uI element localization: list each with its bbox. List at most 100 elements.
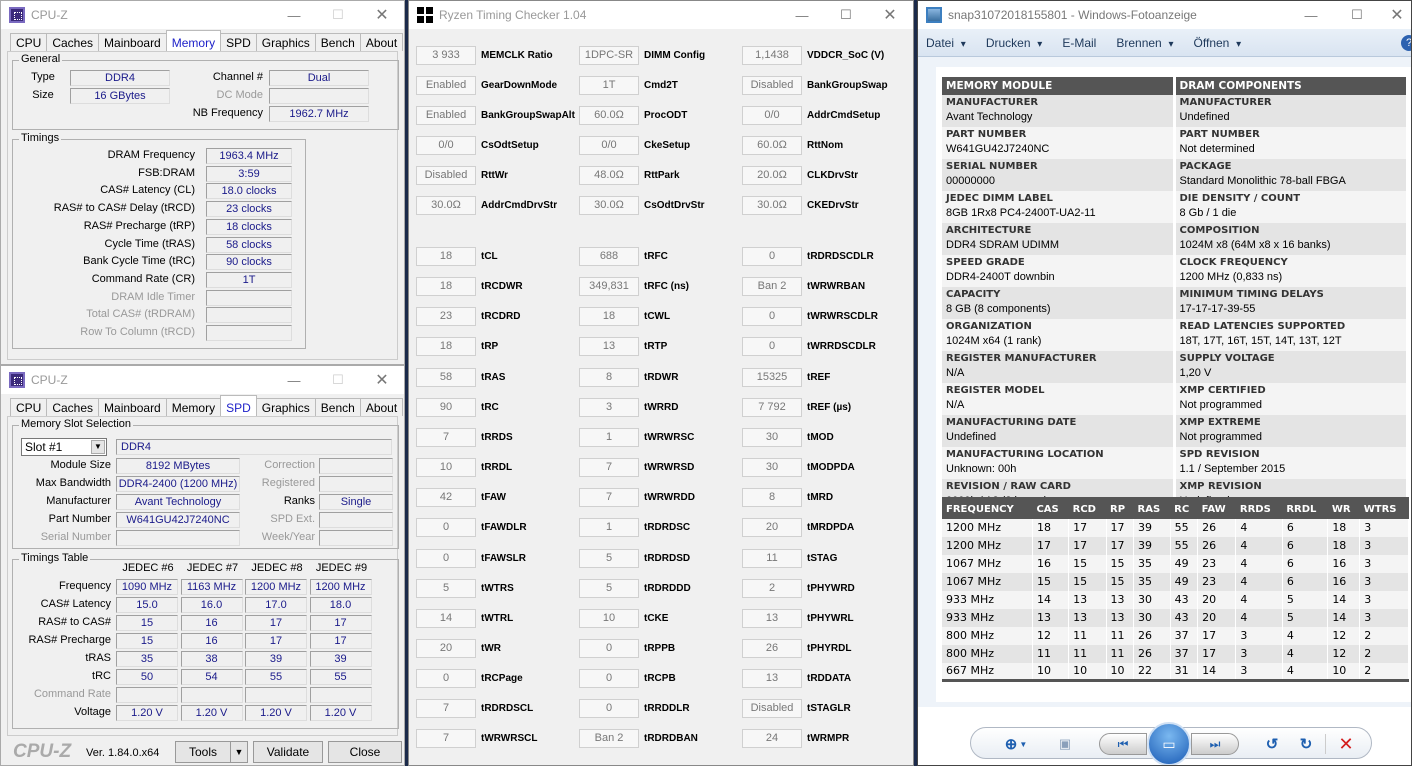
timing-row-label: RAS# Precharge bbox=[28, 634, 111, 646]
displayed-image: MEMORY MODULE DRAM COMPONENTS MANUFACTURER… bbox=[936, 67, 1411, 702]
rtc-value-box: 8 bbox=[742, 488, 802, 508]
previous-icon[interactable]: ⏮ bbox=[1099, 733, 1147, 755]
fit-to-window-icon[interactable]: ▣ bbox=[1053, 733, 1077, 755]
rtc-label: tWRRDSCDLR bbox=[807, 341, 876, 353]
menu-brennen[interactable]: Brennen ▾ bbox=[1116, 36, 1173, 50]
rtc-value-box: 26 bbox=[742, 638, 802, 658]
table-row: 667 MHz 10 10 10 22 31 14 3 4 10 2 bbox=[942, 662, 1409, 682]
tools-button[interactable]: Tools bbox=[175, 741, 231, 763]
minimize-button[interactable]: — bbox=[271, 1, 317, 29]
close-button[interactable]: ✕ bbox=[1374, 1, 1411, 29]
tab-spd[interactable]: SPD bbox=[220, 33, 257, 51]
menu-datei[interactable]: Datei ▾ bbox=[926, 36, 966, 50]
tab-caches[interactable]: Caches bbox=[46, 33, 100, 51]
rtc-value-box: 8 bbox=[579, 367, 639, 387]
menu-drucken[interactable]: Drucken ▾ bbox=[986, 36, 1043, 50]
minimize-button[interactable]: — bbox=[779, 1, 825, 29]
spec-cell: JEDEC DIMM LABEL 8GB 1Rx8 PC4-2400T-UA2-1… bbox=[942, 191, 1176, 223]
table-cell: 13 bbox=[1068, 608, 1107, 627]
rtc-label: tWR bbox=[481, 642, 501, 654]
rtc-label: RttWr bbox=[481, 170, 509, 181]
table-row: 800 MHz 12 11 11 26 37 17 3 4 12 2 bbox=[942, 626, 1409, 645]
rtc-value-box: 1 bbox=[579, 518, 639, 538]
tab-graphics[interactable]: Graphics bbox=[255, 33, 316, 51]
tab-memory[interactable]: Memory bbox=[165, 30, 222, 51]
tab-about[interactable]: About bbox=[359, 33, 404, 51]
tab-about[interactable]: About bbox=[359, 398, 404, 416]
minimize-button[interactable]: — bbox=[1288, 1, 1334, 29]
close-button[interactable]: ✕ bbox=[359, 1, 404, 29]
memory-slot-panel: Memory Slot Selection Slot #1 ▼ DDR4 Mod… bbox=[12, 418, 399, 549]
timing-label: Bank Cycle Time (tRC) bbox=[83, 255, 195, 268]
tab-spd[interactable]: SPD bbox=[220, 395, 257, 416]
freq-table-header: FREQUENCY bbox=[942, 497, 1033, 519]
rtc-label: BankGroupSwap bbox=[807, 80, 888, 91]
tab-caches[interactable]: Caches bbox=[46, 398, 100, 416]
spec-table: MEMORY MODULE DRAM COMPONENTS MANUFACTURER… bbox=[942, 77, 1409, 511]
minimize-button[interactable]: — bbox=[271, 366, 317, 394]
spec-key: REVISION / RAW CARD bbox=[946, 481, 1071, 492]
rtc-label: tRCDRD bbox=[481, 311, 521, 323]
chevron-down-icon: ▾ bbox=[1165, 38, 1174, 50]
table-cell: 15 bbox=[1032, 572, 1070, 591]
rtc-value-box: 24 bbox=[742, 729, 802, 749]
rtc-label: tRP bbox=[481, 341, 499, 353]
table-cell: 11 bbox=[1068, 644, 1107, 663]
delete-icon[interactable]: ✕ bbox=[1335, 733, 1357, 755]
validate-button[interactable]: Validate bbox=[253, 741, 323, 763]
table-cell: 23 bbox=[1197, 572, 1237, 591]
slideshow-icon[interactable]: ▭ bbox=[1147, 722, 1191, 765]
tab-graphics[interactable]: Graphics bbox=[255, 398, 316, 416]
tab-mainboard[interactable]: Mainboard bbox=[98, 33, 167, 51]
maximize-button[interactable]: ☐ bbox=[315, 366, 361, 394]
cpuz-app-icon bbox=[9, 7, 25, 23]
menu-email[interactable]: E-Mail bbox=[1062, 36, 1096, 50]
rtc-value-box: 5 bbox=[579, 578, 639, 598]
timing-cell: 15 bbox=[116, 633, 178, 649]
title-bar: Ryzen Timing Checker 1.04 — ☐ ✕ bbox=[409, 1, 913, 29]
timing-cell: 17 bbox=[309, 615, 372, 631]
maximize-button[interactable]: ☐ bbox=[315, 1, 361, 29]
rtc-label: tCWL bbox=[644, 311, 671, 323]
rtc-value-box: 58 bbox=[416, 367, 476, 387]
tab-cpu[interactable]: CPU bbox=[10, 398, 48, 416]
rotate-right-icon[interactable]: ↻ bbox=[1295, 733, 1317, 755]
tab-cpu[interactable]: CPU bbox=[10, 33, 48, 51]
table-cell: 18 bbox=[1032, 518, 1070, 537]
zoom-icon[interactable]: ⊕ ▼ bbox=[1001, 733, 1031, 755]
close-app-button[interactable]: Close bbox=[328, 741, 402, 763]
spec-key: DIE DENSITY / COUNT bbox=[1179, 193, 1301, 204]
slot-select[interactable]: Slot #1 ▼ bbox=[21, 438, 107, 456]
tab-bench[interactable]: Bench bbox=[314, 33, 361, 51]
table-cell: 13 bbox=[1106, 608, 1135, 627]
tab-memory[interactable]: Memory bbox=[165, 398, 222, 416]
spec-value: DDR4-2400T downbin bbox=[946, 271, 1055, 283]
close-button[interactable]: ✕ bbox=[867, 1, 913, 29]
rtc-label: Cmd2T bbox=[644, 80, 678, 91]
table-cell: 26 bbox=[1133, 626, 1171, 645]
tools-dropdown-button[interactable]: ▼ bbox=[230, 741, 248, 763]
rtc-label: tWRMPR bbox=[807, 733, 850, 745]
rtc-value-box: Ban 2 bbox=[579, 729, 639, 749]
table-cell: 39 bbox=[1133, 536, 1171, 555]
next-icon[interactable]: ⏭ bbox=[1191, 733, 1239, 755]
cpuz-footer: CPU-Z Ver. 1.84.0.x64 Tools ▼ Validate C… bbox=[1, 738, 404, 765]
table-cell: 16 bbox=[1327, 554, 1361, 573]
maximize-button[interactable]: ☐ bbox=[823, 1, 869, 29]
close-button[interactable]: ✕ bbox=[359, 366, 404, 394]
rtc-value-box: 1,1438 bbox=[742, 46, 802, 65]
tab-bench[interactable]: Bench bbox=[314, 398, 361, 416]
spec-cell: SUPPLY VOLTAGE 1,20 V bbox=[1175, 351, 1409, 383]
spec-cell: ORGANIZATION 1024M x64 (1 rank) bbox=[942, 319, 1176, 351]
spec-key: JEDEC DIMM LABEL bbox=[946, 193, 1053, 204]
tab-mainboard[interactable]: Mainboard bbox=[98, 398, 167, 416]
menu-öffnen[interactable]: Öffnen ▾ bbox=[1194, 36, 1242, 50]
rtc-label: tPHYWRL bbox=[807, 612, 854, 624]
help-icon[interactable]: ? bbox=[1401, 35, 1411, 51]
rtc-label: AddrCmdSetup bbox=[807, 110, 881, 121]
cpuz-spd-window: CPU-Z — ☐ ✕ CPU Caches Mainboard Memory SPD G… bbox=[0, 365, 405, 766]
timing-cell: 50 bbox=[116, 669, 178, 685]
rtc-label: tRDWR bbox=[644, 371, 679, 383]
menu-bar: Datei ▾ Drucken ▾ E-Mail Brennen ▾ Öffnen ▾? bbox=[918, 29, 1411, 57]
rotate-left-icon[interactable]: ↺ bbox=[1261, 733, 1283, 755]
